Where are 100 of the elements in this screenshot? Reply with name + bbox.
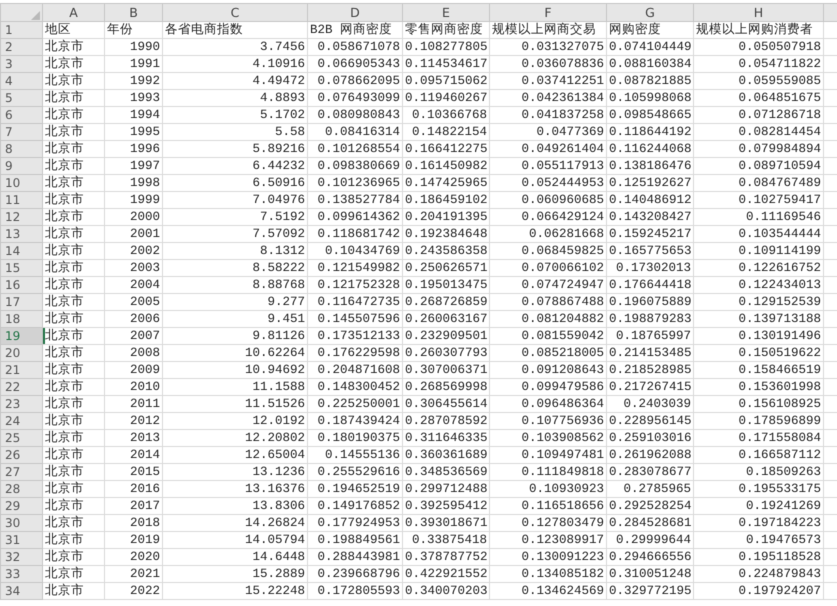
table-cell[interactable]: 年份 [104, 22, 162, 38]
row-header[interactable]: 33 [0, 566, 42, 582]
table-cell[interactable]: 0.214153485 [606, 344, 694, 362]
row-header[interactable]: 11 [0, 192, 42, 208]
table-cell[interactable]: 0.198849561 [308, 532, 402, 548]
table-cell[interactable]: 0.173512133 [308, 328, 402, 344]
table-cell[interactable]: 0.159245217 [606, 226, 694, 242]
table-cell[interactable]: 2014 [104, 446, 162, 464]
table-cell[interactable]: 0.123089917 [490, 532, 606, 548]
table-cell[interactable]: 0.122434013 [694, 276, 824, 294]
table-cell[interactable]: 0.268569998 [402, 378, 490, 396]
table-cell[interactable]: 0.10434769 [308, 242, 402, 260]
row-header[interactable]: 12 [0, 208, 42, 226]
table-cell[interactable]: 0.158466519 [694, 362, 824, 378]
table-cell[interactable]: 12.0192 [162, 412, 308, 430]
table-cell[interactable]: 0.225250001 [308, 396, 402, 412]
row-header[interactable]: 8 [0, 140, 42, 158]
table-cell[interactable]: 0.118681742 [308, 226, 402, 242]
table-cell[interactable]: 0.055117913 [490, 158, 606, 174]
row-header[interactable]: 5 [0, 90, 42, 106]
table-cell[interactable]: 0.166412275 [402, 140, 490, 158]
table-cell[interactable]: 0.121752328 [308, 276, 402, 294]
table-cell[interactable]: 0.29999644 [606, 532, 694, 548]
table-cell[interactable]: 0.14822154 [402, 124, 490, 140]
table-cell[interactable]: 8.1312 [162, 242, 308, 260]
table-cell[interactable]: 0.042361384 [490, 90, 606, 106]
table-cell[interactable]: 0.17302013 [606, 260, 694, 276]
table-cell[interactable]: 2001 [104, 226, 162, 242]
table-cell[interactable]: 0.268726859 [402, 294, 490, 310]
table-cell[interactable]: 0.114534617 [402, 56, 490, 72]
table-cell[interactable]: 0.228956145 [606, 412, 694, 430]
table-cell[interactable]: 0.111849818 [490, 464, 606, 480]
table-cell[interactable]: 0.125192627 [606, 174, 694, 192]
table-cell[interactable]: 0.091208643 [490, 362, 606, 378]
table-cell[interactable]: 12.65004 [162, 446, 308, 464]
row-header[interactable]: 15 [0, 260, 42, 276]
table-cell[interactable]: 1999 [104, 192, 162, 208]
table-cell[interactable]: 0.172805593 [308, 582, 402, 600]
row-header[interactable]: 9 [0, 158, 42, 174]
table-cell[interactable]: 4.10916 [162, 56, 308, 72]
table-cell[interactable]: 1997 [104, 158, 162, 174]
table-cell[interactable]: 4.49472 [162, 72, 308, 90]
table-cell[interactable]: 0.119460267 [402, 90, 490, 106]
row-header[interactable]: 26 [0, 446, 42, 464]
table-cell[interactable]: 0.255529616 [308, 464, 402, 480]
row-header[interactable]: 18 [0, 310, 42, 328]
table-cell[interactable]: 14.6448 [162, 548, 308, 566]
row-header[interactable]: 4 [0, 72, 42, 90]
table-cell[interactable]: 0.138527784 [308, 192, 402, 208]
table-cell[interactable]: 3.7456 [162, 38, 308, 56]
table-cell[interactable]: 0.078662095 [308, 72, 402, 90]
table-cell[interactable]: 10.62264 [162, 344, 308, 362]
table-cell[interactable]: 0.0477369 [490, 124, 606, 140]
table-cell[interactable]: 0.085218005 [490, 344, 606, 362]
table-cell[interactable]: 0.310051248 [606, 566, 694, 582]
table-cell[interactable]: 9.451 [162, 310, 308, 328]
table-cell[interactable]: 0.260307793 [402, 344, 490, 362]
table-cell[interactable]: 0.14555136 [308, 446, 402, 464]
table-cell[interactable]: 7.04976 [162, 192, 308, 208]
table-cell[interactable]: 0.116244068 [606, 140, 694, 158]
table-cell[interactable]: 0.087821885 [606, 72, 694, 90]
table-cell[interactable]: 0.064851675 [694, 90, 824, 106]
row-header[interactable]: 23 [0, 396, 42, 412]
table-cell[interactable]: 2022 [104, 582, 162, 600]
column-header[interactable]: B [104, 4, 162, 22]
table-cell[interactable]: 0.049261404 [490, 140, 606, 158]
table-cell[interactable]: 0.101268554 [308, 140, 402, 158]
table-cell[interactable]: 0.250626571 [402, 260, 490, 276]
row-header[interactable]: 34 [0, 582, 42, 600]
table-cell[interactable]: 2017 [104, 498, 162, 514]
table-cell[interactable]: 0.195533175 [694, 480, 824, 498]
table-cell[interactable]: 0.076493099 [308, 90, 402, 106]
table-cell[interactable]: 0.33875418 [402, 532, 490, 548]
table-cell[interactable]: 0.122616752 [694, 260, 824, 276]
row-header[interactable]: 27 [0, 464, 42, 480]
table-cell[interactable]: 0.224879843 [694, 566, 824, 582]
table-cell[interactable]: 9.81126 [162, 328, 308, 344]
table-cell[interactable]: 0.06281668 [490, 226, 606, 242]
table-cell[interactable]: 0.10930923 [490, 480, 606, 498]
table-cell[interactable]: 0.204871608 [308, 362, 402, 378]
table-cell[interactable]: 2011 [104, 396, 162, 412]
table-cell[interactable]: 0.084767489 [694, 174, 824, 192]
table-cell[interactable]: 地区 [42, 22, 104, 38]
table-cell[interactable]: 0.103544444 [694, 226, 824, 242]
table-cell[interactable]: 0.311646335 [402, 430, 490, 446]
table-cell[interactable]: 0.071286718 [694, 106, 824, 124]
table-cell[interactable]: 0.243586358 [402, 242, 490, 260]
table-cell[interactable]: 0.195118528 [694, 548, 824, 566]
table-cell[interactable]: 0.259103016 [606, 430, 694, 446]
table-cell[interactable]: 13.16376 [162, 480, 308, 498]
table-cell[interactable]: 0.197184223 [694, 514, 824, 532]
table-cell[interactable]: 2006 [104, 310, 162, 328]
row-header[interactable]: 2 [0, 38, 42, 56]
table-cell[interactable]: 0.18509263 [694, 464, 824, 480]
table-cell[interactable]: 0.378787752 [402, 548, 490, 566]
table-cell[interactable]: 6.44232 [162, 158, 308, 174]
table-cell[interactable]: 10.94692 [162, 362, 308, 378]
table-cell[interactable]: 0.099479586 [490, 378, 606, 396]
row-header[interactable]: 20 [0, 344, 42, 362]
table-cell[interactable]: 2004 [104, 276, 162, 294]
